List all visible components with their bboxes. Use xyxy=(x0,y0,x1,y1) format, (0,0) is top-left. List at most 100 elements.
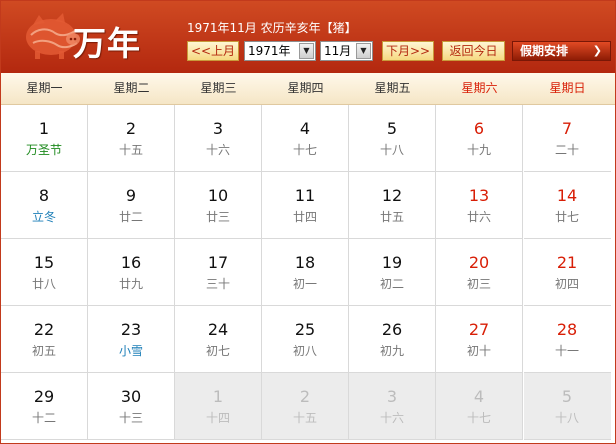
weekday-label: 星期六 xyxy=(461,81,498,95)
day-number: 6 xyxy=(473,119,485,138)
day-number: 14 xyxy=(556,186,578,205)
day-number: 10 xyxy=(207,186,229,205)
calendar-day-cell[interactable]: 3 十六 xyxy=(349,373,436,440)
day-number: 15 xyxy=(33,253,55,272)
calendar-day-cell[interactable]: 1 十四 xyxy=(175,373,262,440)
day-number: 2 xyxy=(125,119,137,138)
prev-month-button[interactable]: <<上月 xyxy=(187,41,239,61)
lunar-date-label: 初四 xyxy=(554,277,579,291)
lunar-date-label: 三十 xyxy=(205,277,230,291)
lunar-date-label: 初三 xyxy=(466,277,491,291)
solar-term-label: 小雪 xyxy=(118,344,143,358)
lunar-date-label: 初一 xyxy=(292,277,317,291)
lunar-date-label: 十六 xyxy=(205,143,230,157)
day-number: 19 xyxy=(381,253,403,272)
calendar-day-cell[interactable]: 18 初一 xyxy=(262,239,349,306)
month-select-value: 11月 xyxy=(324,44,352,58)
lunar-date-label: 初二 xyxy=(379,277,404,291)
lunar-date-label: 初七 xyxy=(205,344,230,358)
day-number: 1 xyxy=(212,387,224,406)
calendar-day-cell[interactable]: 6 十九 xyxy=(436,105,523,172)
calendar-day-cell[interactable]: 25 初八 xyxy=(262,306,349,373)
holiday-schedule-menu[interactable]: 假期安排 ❯ xyxy=(512,41,611,61)
lunar-date-label: 廿五 xyxy=(379,210,404,224)
calendar-day-cell[interactable]: 12 廿五 xyxy=(349,172,436,239)
lunar-date-label: 初九 xyxy=(379,344,404,358)
dropdown-arrow-icon[interactable]: ▼ xyxy=(356,43,371,59)
day-number: 8 xyxy=(38,186,50,205)
next-month-button[interactable]: 下月>> xyxy=(382,41,434,61)
lunar-date-label: 初五 xyxy=(31,344,56,358)
day-number: 4 xyxy=(299,119,311,138)
year-select[interactable]: 1971年 ▼ xyxy=(244,41,316,61)
weekday-label: 星期二 xyxy=(113,81,150,95)
calendar-day-cell[interactable]: 5 十八 xyxy=(524,373,611,440)
calendar-day-cell[interactable]: 27 初十 xyxy=(436,306,523,373)
lunar-date-label: 十八 xyxy=(554,411,579,425)
year-select-value: 1971年 xyxy=(248,44,291,58)
calendar-day-cell[interactable]: 29 十二 xyxy=(1,373,88,440)
calendar-day-cell[interactable]: 19 初二 xyxy=(349,239,436,306)
calendar-day-cell[interactable]: 17 三十 xyxy=(175,239,262,306)
calendar-day-cell[interactable]: 30 十三 xyxy=(88,373,175,440)
weekday-label: 星期三 xyxy=(200,81,237,95)
calendar-day-cell[interactable]: 5 十八 xyxy=(349,105,436,172)
lunar-date-label: 廿七 xyxy=(554,210,579,224)
lunar-date-label: 十六 xyxy=(379,411,404,425)
day-number: 4 xyxy=(473,387,485,406)
calendar-day-cell[interactable]: 4 十七 xyxy=(262,105,349,172)
calendar-day-cell[interactable]: 28 十一 xyxy=(524,306,611,373)
calendar-day-cell[interactable]: 3 十六 xyxy=(175,105,262,172)
calendar-day-cell[interactable]: 11 廿四 xyxy=(262,172,349,239)
today-button[interactable]: 返回今日 xyxy=(442,41,505,61)
calendar-day-cell[interactable]: 10 廿三 xyxy=(175,172,262,239)
day-number: 22 xyxy=(33,320,55,339)
calendar-day-cell[interactable]: 7 二十 xyxy=(524,105,611,172)
calendar-day-cell[interactable]: 15 廿八 xyxy=(1,239,88,306)
calendar-day-cell[interactable]: 16 廿九 xyxy=(88,239,175,306)
lunar-date-label: 廿六 xyxy=(466,210,491,224)
lunar-date-label: 十九 xyxy=(466,143,491,157)
chevron-down-icon: ❯ xyxy=(592,44,602,57)
day-number: 17 xyxy=(207,253,229,272)
month-select[interactable]: 11月 ▼ xyxy=(320,41,373,61)
calendar-header: 万年历 1971年11月 农历辛亥年【猪】 <<上月 1971年 ▼ 11月 ▼… xyxy=(1,1,615,111)
lunar-date-label: 二十 xyxy=(554,143,579,157)
calendar-day-cell[interactable]: 14 廿七 xyxy=(524,172,611,239)
calendar-day-cell[interactable]: 2 十五 xyxy=(88,105,175,172)
calendar-day-cell[interactable]: 1 万圣节 xyxy=(1,105,88,172)
day-number: 16 xyxy=(120,253,142,272)
day-number: 2 xyxy=(299,387,311,406)
festival-label: 万圣节 xyxy=(25,143,62,157)
calendar-day-cell[interactable]: 22 初五 xyxy=(1,306,88,373)
day-number: 24 xyxy=(207,320,229,339)
calendar-day-cell[interactable]: 2 十五 xyxy=(262,373,349,440)
lunar-date-label: 十八 xyxy=(379,143,404,157)
calendar-day-cell[interactable]: 8 立冬 xyxy=(1,172,88,239)
day-number: 23 xyxy=(120,320,142,339)
calendar-day-cell[interactable]: 24 初七 xyxy=(175,306,262,373)
weekday-label: 星期四 xyxy=(287,81,324,95)
solar-term-label: 立冬 xyxy=(31,210,56,224)
day-number: 11 xyxy=(294,186,316,205)
holiday-schedule-label: 假期安排 xyxy=(520,44,569,58)
weekday-label: 星期日 xyxy=(549,81,586,95)
calendar-day-cell[interactable]: 9 廿二 xyxy=(88,172,175,239)
calendar-widget: 万年历 1971年11月 农历辛亥年【猪】 <<上月 1971年 ▼ 11月 ▼… xyxy=(0,0,616,444)
day-number: 20 xyxy=(468,253,490,272)
day-number: 29 xyxy=(33,387,55,406)
day-number: 3 xyxy=(386,387,398,406)
calendar-day-cell[interactable]: 4 十七 xyxy=(436,373,523,440)
dropdown-arrow-icon[interactable]: ▼ xyxy=(299,43,314,59)
calendar-day-cell[interactable]: 21 初四 xyxy=(524,239,611,306)
calendar-day-cell[interactable]: 13 廿六 xyxy=(436,172,523,239)
lunar-date-label: 十七 xyxy=(466,411,491,425)
calendar-day-cell[interactable]: 20 初三 xyxy=(436,239,523,306)
calendar-day-cell[interactable]: 26 初九 xyxy=(349,306,436,373)
weekday-label: 星期五 xyxy=(374,81,411,95)
lunar-date-label: 廿九 xyxy=(118,277,143,291)
weekday-label: 星期一 xyxy=(26,81,63,95)
day-number: 7 xyxy=(561,119,573,138)
day-number: 12 xyxy=(381,186,403,205)
calendar-day-cell[interactable]: 23 小雪 xyxy=(88,306,175,373)
